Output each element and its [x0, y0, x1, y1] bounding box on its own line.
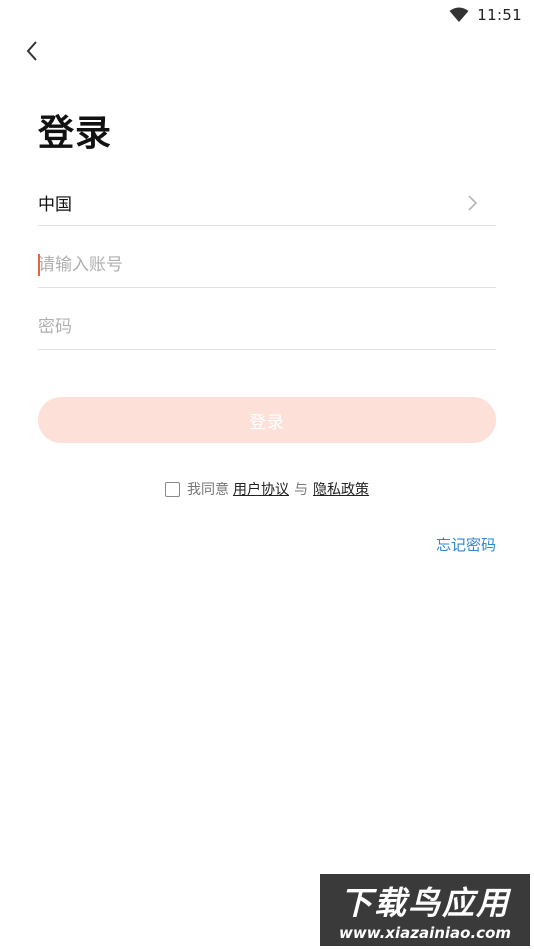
agreement-prefix: 我同意	[187, 482, 229, 498]
back-button[interactable]	[18, 36, 46, 66]
country-label: 中国	[38, 195, 72, 215]
password-field-wrapper	[38, 304, 496, 350]
watermark-title: 下载鸟应用	[339, 884, 510, 922]
status-time: 11:51	[477, 6, 522, 24]
account-input[interactable]	[38, 242, 496, 287]
privacy-policy-link[interactable]: 隐私政策	[313, 479, 369, 499]
password-input[interactable]	[38, 304, 496, 349]
watermark-logo: 下载鸟应用 www.xiazainiao.com	[320, 874, 530, 946]
agreement-row: 我同意 用户协议 与 隐私政策	[0, 478, 534, 500]
login-button[interactable]: 登录	[38, 397, 496, 443]
account-field-wrapper	[38, 242, 496, 288]
text-caret	[38, 254, 40, 276]
watermark-url: www.xiazainiao.com	[338, 924, 512, 942]
status-bar: 11:51	[0, 0, 534, 30]
agreement-checkbox[interactable]	[165, 481, 180, 497]
chevron-left-icon	[26, 41, 37, 61]
agreement-separator: 与	[294, 482, 308, 498]
user-agreement-link[interactable]: 用户协议	[233, 479, 289, 499]
chevron-right-icon	[468, 194, 478, 211]
wifi-icon	[449, 7, 469, 22]
country-selector[interactable]: 中国	[38, 180, 496, 226]
page-title: 登录	[38, 113, 113, 154]
login-screen: 11:51 登录 中国 登录 我同意 用户协议 与 隐私政策 忘记密码 下载鸟应…	[0, 0, 534, 949]
forgot-password-link[interactable]: 忘记密码	[436, 534, 496, 555]
